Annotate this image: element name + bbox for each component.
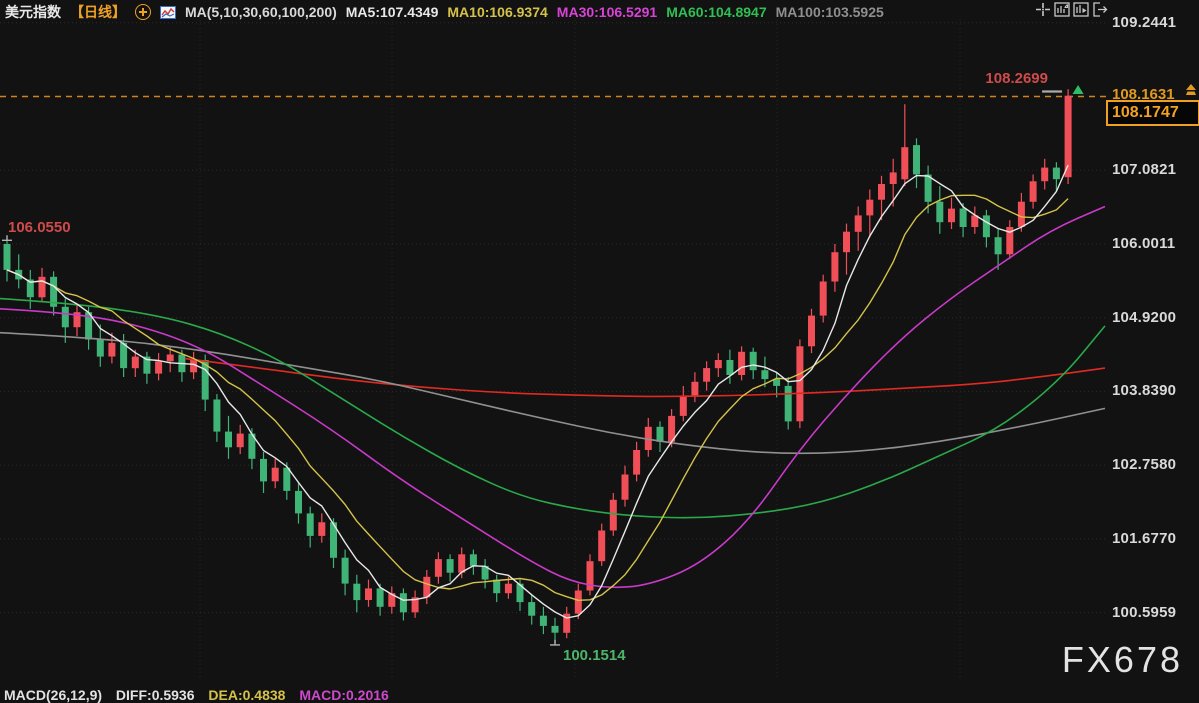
- exit-icon[interactable]: [1092, 2, 1108, 17]
- trading-chart-app: { "header": { "symbol": "美元指数", "period"…: [0, 0, 1199, 703]
- crosshair-icon[interactable]: [1035, 2, 1051, 17]
- ma30-value: MA30:106.5291: [556, 4, 658, 20]
- playback-icon[interactable]: [1073, 2, 1089, 17]
- symbol-title: 美元指数: [5, 4, 61, 20]
- diff-value: DIFF:0.5936: [115, 687, 195, 703]
- macd-row: MACD(26,12,9) DIFF:0.5936 DEA:0.4838 MAC…: [4, 687, 399, 703]
- macd-value: MACD:0.2016: [299, 687, 389, 703]
- macd-params-label: MACD(26,12,9): [4, 687, 103, 703]
- chart-type-icon[interactable]: [160, 5, 176, 19]
- ma100-value: MA100:103.5925: [775, 4, 884, 20]
- dea-value: DEA:0.4838: [208, 687, 286, 703]
- annotation-right-high: 108.2699: [985, 70, 1048, 87]
- ma60-value: MA60:104.8947: [666, 4, 767, 20]
- chart-header: 美元指数 【日线】 MA(5,10,30,60,100,200) MA5:107…: [5, 2, 884, 22]
- annotation-left-high: 106.0550: [8, 219, 71, 236]
- period-label: 【日线】: [70, 4, 126, 20]
- annotation-low: 100.1514: [563, 647, 626, 664]
- ma5-value: MA5:107.4349: [345, 4, 439, 20]
- indicator-panel-icon[interactable]: [1054, 2, 1070, 17]
- ma-settings-label: MA(5,10,30,60,100,200): [185, 4, 337, 20]
- last-price-box: 108.1747: [1106, 100, 1199, 126]
- candlestick-chart-canvas[interactable]: [0, 0, 1199, 698]
- ma10-value: MA10:106.9374: [447, 4, 548, 20]
- chart-toolbar: [1035, 2, 1108, 17]
- add-indicator-icon[interactable]: [135, 4, 151, 20]
- fx678-watermark: FX678: [1061, 639, 1183, 680]
